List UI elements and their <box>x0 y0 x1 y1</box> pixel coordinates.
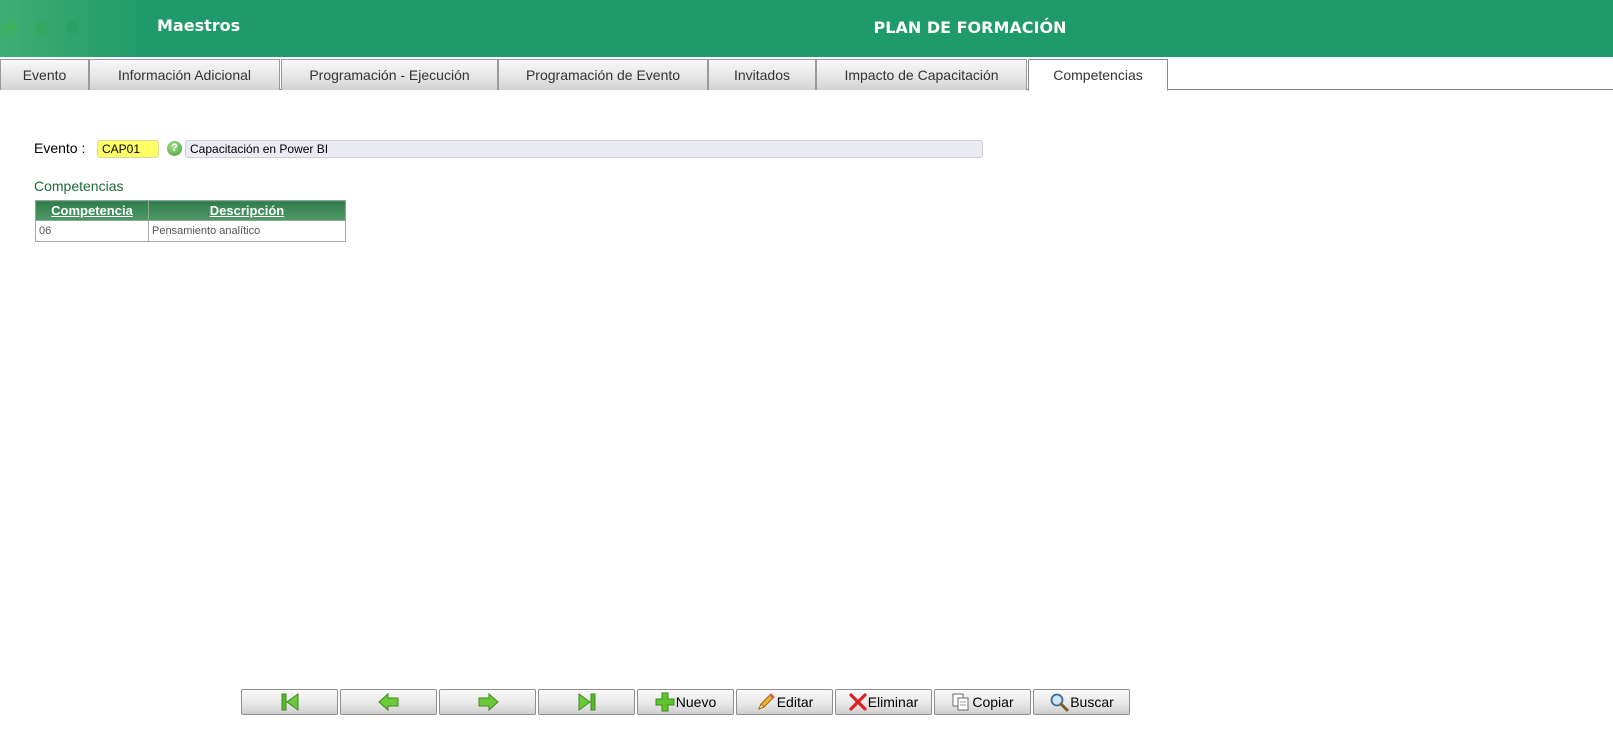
eliminar-button[interactable]: Eliminar <box>835 689 932 715</box>
plus-icon <box>655 692 675 712</box>
app-header: Maestros PLAN DE FORMACIÓN <box>0 0 1613 57</box>
last-record-button[interactable] <box>538 689 635 715</box>
evento-label: Evento : <box>34 140 86 156</box>
first-record-button[interactable] <box>241 689 338 715</box>
evento-code-field[interactable]: CAP01 <box>97 140 159 158</box>
tab-programacion-ejecucion[interactable]: Programación - Ejecución <box>281 59 498 90</box>
evento-description-field: Capacitación en Power BI <box>185 140 983 158</box>
previous-record-icon <box>377 692 398 712</box>
editar-button[interactable]: Editar <box>736 689 833 715</box>
column-header-descripcion[interactable]: Descripción <box>148 200 346 221</box>
tab-informacion-adicional[interactable]: Información Adicional <box>89 59 280 90</box>
question-icon[interactable]: ? <box>167 141 182 156</box>
editar-label: Editar <box>776 694 814 710</box>
table-row[interactable]: 06 Pensamiento analítico <box>35 220 346 242</box>
page-title: PLAN DE FORMACIÓN <box>873 18 1067 37</box>
buscar-label: Buscar <box>1070 694 1114 710</box>
eliminar-label: Eliminar <box>867 694 919 710</box>
tab-evento[interactable]: Evento <box>0 59 89 90</box>
previous-record-button[interactable] <box>340 689 437 715</box>
first-record-icon <box>281 693 298 711</box>
section-title-competencias: Competencias <box>34 178 124 194</box>
next-record-button[interactable] <box>439 689 536 715</box>
cell-competencia[interactable]: 06 <box>35 220 149 242</box>
copy-icon <box>952 693 969 711</box>
copiar-label: Copiar <box>972 694 1014 710</box>
search-icon <box>1050 693 1069 712</box>
copiar-button[interactable]: Copiar <box>934 689 1031 715</box>
tab-programacion-de-evento[interactable]: Programación de Evento <box>498 59 708 90</box>
nuevo-button[interactable]: Nuevo <box>637 689 734 715</box>
delete-x-icon <box>849 693 867 711</box>
tab-invitados[interactable]: Invitados <box>708 59 816 90</box>
column-header-competencia[interactable]: Competencia <box>35 200 149 221</box>
cell-descripcion[interactable]: Pensamiento analítico <box>148 220 346 242</box>
last-record-icon <box>578 693 595 711</box>
next-record-icon <box>478 692 499 712</box>
pencil-icon <box>757 693 775 710</box>
tab-bar: Evento Información Adicional Programació… <box>0 59 1613 91</box>
competencias-table: Competencia Descripción 06 Pensamiento a… <box>35 200 346 242</box>
buscar-button[interactable]: Buscar <box>1033 689 1130 715</box>
tab-impacto-de-capacitacion[interactable]: Impacto de Capacitación <box>816 59 1027 90</box>
tab-competencias[interactable]: Competencias <box>1028 59 1168 91</box>
nuevo-label: Nuevo <box>675 694 717 710</box>
